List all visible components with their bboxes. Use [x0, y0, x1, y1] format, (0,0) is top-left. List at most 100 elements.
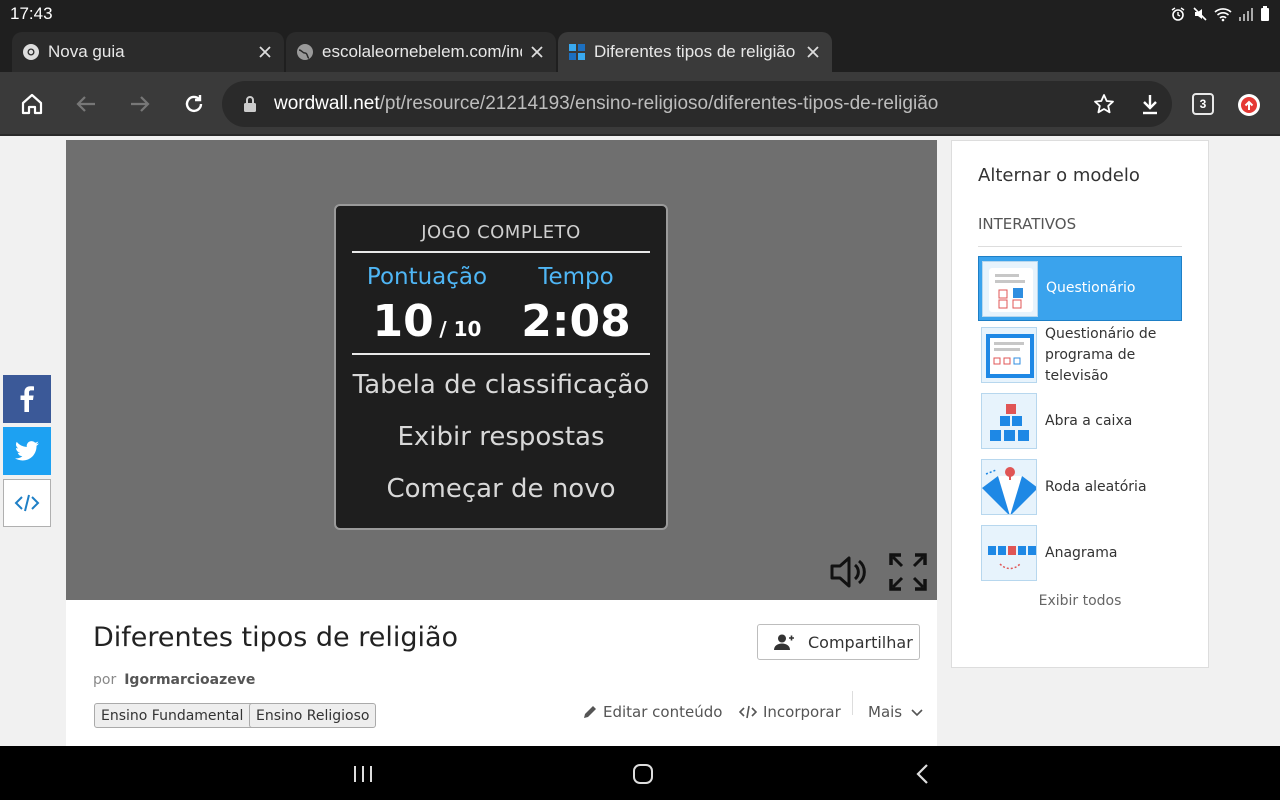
recents-button[interactable] — [351, 762, 375, 786]
start-over-button[interactable]: Começar de novo — [336, 474, 666, 504]
author-link[interactable]: Igormarcioazeve — [124, 672, 255, 688]
score-display: 10 / 10 — [336, 296, 518, 347]
facebook-icon — [20, 386, 34, 412]
system-nav-bar — [0, 746, 1280, 800]
section-divider — [978, 246, 1182, 247]
update-button[interactable] — [1238, 94, 1260, 116]
browser-toolbar: wordwall.net/pt/resource/21214193/ensino… — [0, 72, 1280, 136]
update-arrow-icon — [1241, 97, 1257, 113]
twitter-share-button[interactable] — [3, 427, 51, 475]
tab-nova-guia[interactable]: Nova guia — [12, 32, 284, 72]
recents-icon — [354, 766, 372, 782]
edit-label: Editar conteúdo — [603, 703, 723, 721]
status-icons — [1170, 6, 1270, 22]
more-button[interactable]: Mais — [868, 698, 924, 726]
share-button[interactable]: Compartilhar — [757, 624, 920, 660]
embed-label: Incorporar — [763, 703, 841, 721]
tv-quiz-thumbnail-icon — [981, 327, 1037, 383]
wheel-thumbnail-icon — [981, 459, 1037, 515]
template-anagrama[interactable]: Anagrama — [978, 522, 1182, 584]
lock-icon — [244, 96, 256, 112]
url-path: /pt/resource/21214193/ensino-religioso/d… — [379, 93, 939, 114]
pencil-icon — [584, 706, 596, 718]
tab-close-icon[interactable] — [528, 43, 546, 61]
template-questionario[interactable]: Questionário — [978, 256, 1182, 321]
section-heading: INTERATIVOS — [978, 215, 1077, 233]
template-quiz-show[interactable]: Questionário de programa de televisão — [978, 324, 1182, 386]
score-total: / 10 — [439, 317, 482, 341]
reload-icon — [185, 95, 203, 113]
back-button[interactable] — [72, 90, 100, 118]
download-icon — [1143, 95, 1157, 115]
back-nav-button[interactable] — [911, 762, 935, 786]
template-label: Questionário — [1046, 280, 1136, 296]
home-nav-button[interactable] — [631, 762, 655, 786]
game-complete-panel: JOGO COMPLETO Pontuação Tempo 10 / 10 2:… — [334, 204, 668, 530]
fullscreen-icon — [889, 553, 927, 591]
globe-icon — [297, 44, 313, 60]
reload-button[interactable] — [180, 90, 208, 118]
tab-switcher-button[interactable]: 3 — [1192, 93, 1214, 115]
fullscreen-button[interactable] — [888, 552, 928, 592]
template-label: Anagrama — [1045, 544, 1118, 561]
chevron-down-icon — [911, 709, 923, 717]
signal-icon — [1239, 8, 1253, 21]
tag-ensino-fundamental[interactable]: Ensino Fundamental I — [94, 703, 259, 728]
user-share-icon — [774, 634, 794, 650]
code-icon — [739, 705, 757, 719]
home-button[interactable] — [18, 90, 46, 118]
panel-heading: Alternar o modelo — [978, 165, 1140, 186]
template-label: Questionário de programa de televisão — [1045, 325, 1157, 384]
tag-ensino-religioso[interactable]: Ensino Religioso — [249, 703, 377, 728]
embed-share-button[interactable] — [3, 479, 51, 527]
template-roda-aleatoria[interactable]: Roda aleatória — [978, 456, 1182, 518]
panel-divider — [352, 353, 650, 355]
panel-divider — [352, 251, 650, 253]
anagram-thumbnail-icon — [981, 525, 1037, 581]
twitter-icon — [15, 441, 39, 461]
open-box-thumbnail-icon — [981, 393, 1037, 449]
alarm-icon — [1171, 7, 1185, 21]
volume-button[interactable] — [828, 552, 868, 592]
time-label: Tempo — [538, 264, 614, 290]
tab-label: Diferentes tipos de religião — [594, 42, 796, 61]
activity-info: Diferentes tipos de religião Compartilha… — [66, 600, 937, 746]
edit-content-button[interactable]: Editar conteúdo — [583, 698, 722, 726]
home-icon — [21, 93, 43, 115]
home-circle-icon — [633, 764, 653, 784]
embed-button[interactable]: Incorporar — [739, 698, 841, 726]
wordwall-icon — [569, 44, 585, 60]
tab-label: Nova guia — [48, 42, 125, 61]
bookmark-button[interactable] — [1090, 90, 1118, 118]
battery-icon — [1261, 6, 1269, 21]
action-divider — [852, 691, 853, 715]
chrome-icon — [23, 44, 39, 60]
back-arrow-icon — [76, 96, 95, 112]
game-area: JOGO COMPLETO Pontuação Tempo 10 / 10 2:… — [66, 140, 937, 600]
tab-wordwall[interactable]: Diferentes tipos de religião — [558, 32, 832, 72]
leaderboard-button[interactable]: Tabela de classificação — [336, 370, 666, 400]
address-bar[interactable]: wordwall.net/pt/resource/21214193/ensino… — [222, 81, 1172, 127]
byline: por Igormarcioazeve — [93, 672, 255, 688]
status-bar: 17:43 — [0, 0, 1280, 28]
show-answers-button[interactable]: Exibir respostas — [336, 422, 666, 452]
template-abra-a-caixa[interactable]: Abra a caixa — [978, 390, 1182, 452]
view-all-link[interactable]: Exibir todos — [952, 593, 1208, 609]
template-label: Abra a caixa — [1045, 412, 1133, 429]
url-host: wordwall.net — [274, 93, 380, 114]
star-icon — [1094, 94, 1114, 114]
download-button[interactable] — [1136, 90, 1164, 118]
tab-close-icon[interactable] — [256, 43, 274, 61]
switch-template-panel: Alternar o modelo INTERATIVOS Questionár… — [951, 140, 1209, 668]
tab-escola[interactable]: escolaleornebelem.com/index — [286, 32, 556, 72]
code-icon — [14, 494, 40, 512]
web-page: JOGO COMPLETO Pontuação Tempo 10 / 10 2:… — [0, 138, 1280, 746]
panel-title: JOGO COMPLETO — [421, 222, 581, 243]
template-label: Roda aleatória — [1045, 478, 1147, 495]
activity-title: Diferentes tipos de religião — [93, 622, 459, 653]
facebook-share-button[interactable] — [3, 375, 51, 423]
forward-button[interactable] — [126, 90, 154, 118]
by-prefix: por — [93, 672, 117, 688]
time-value: 2:08 — [521, 296, 631, 347]
tab-close-icon[interactable] — [804, 43, 822, 61]
